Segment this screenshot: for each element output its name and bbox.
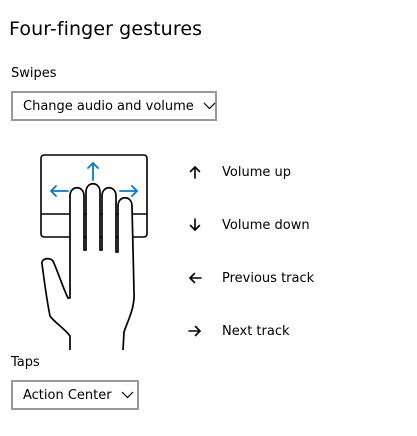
arrow-right-icon (185, 321, 205, 341)
arrow-down-icon (185, 215, 205, 235)
gesture-label-volume-up: Volume up (222, 164, 291, 180)
gesture-row-volume-up: Volume up (185, 162, 291, 182)
swipes-dropdown[interactable]: Change audio and volume (11, 91, 217, 121)
hand-icon (41, 182, 135, 350)
arrow-left-icon (185, 268, 205, 288)
gesture-label-next-track: Next track (222, 323, 290, 339)
swipes-label: Swipes (11, 66, 57, 81)
gesture-label-volume-down: Volume down (222, 217, 310, 233)
taps-dropdown[interactable]: Action Center (11, 380, 139, 410)
four-finger-gesture-illustration (40, 154, 148, 350)
chevron-down-icon (203, 101, 216, 111)
gesture-row-next-track: Next track (185, 321, 290, 341)
swipes-dropdown-value: Change audio and volume (23, 98, 194, 114)
chevron-down-icon (121, 390, 134, 400)
blue-arrow-right-icon (119, 185, 138, 197)
blue-arrow-left-icon (50, 185, 69, 197)
page-title: Four-finger gestures (9, 18, 203, 40)
gesture-row-volume-down: Volume down (185, 215, 310, 235)
taps-label: Taps (11, 355, 40, 370)
gesture-label-previous-track: Previous track (222, 270, 315, 286)
blue-arrow-up-icon (87, 162, 99, 181)
arrow-up-icon (185, 162, 205, 182)
taps-dropdown-value: Action Center (23, 387, 112, 403)
gesture-row-previous-track: Previous track (185, 268, 314, 288)
